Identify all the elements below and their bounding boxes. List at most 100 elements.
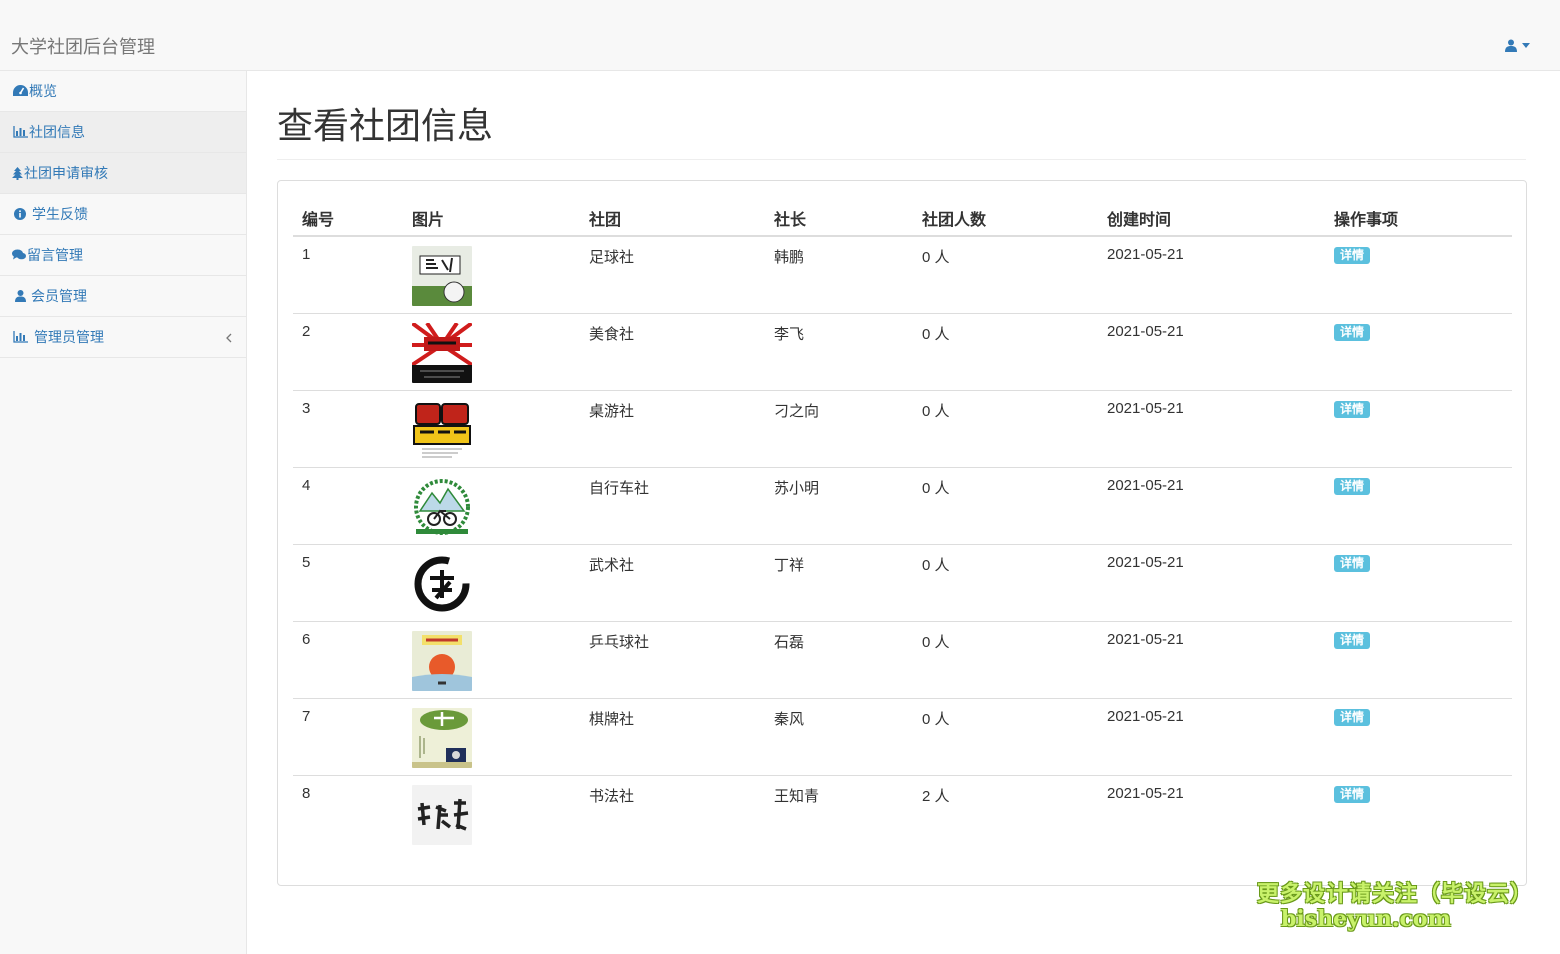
caret-down-icon <box>1522 42 1530 48</box>
cell-image <box>403 236 580 313</box>
cell-created: 2021-05-21 <box>1098 389 1325 467</box>
details-button[interactable]: 详情 <box>1334 708 1371 726</box>
cell-image <box>403 697 580 775</box>
header-image[interactable]: 图片 <box>403 200 580 237</box>
details-button[interactable]: 详情 <box>1334 631 1371 649</box>
cell-actions: 详情 <box>1325 389 1512 467</box>
cell-created: 2021-05-21 <box>1098 543 1325 621</box>
chevron-left-icon[interactable] <box>226 330 232 346</box>
cell-created: 2021-05-21 <box>1107 246 1184 263</box>
board-game-club-logo <box>412 399 472 460</box>
sidebar-item-label: 学生反馈 <box>32 206 88 222</box>
bar-chart-icon <box>12 125 28 139</box>
cell-created: 2021-05-21 <box>1098 697 1325 775</box>
sidebar-item-club-application-review[interactable]: 社团申请审核 <box>0 153 246 194</box>
cell-created: 2021-05-21 <box>1098 312 1325 390</box>
user-icon <box>12 289 28 303</box>
bar-chart-icon <box>12 330 28 344</box>
table-row: 4 自行车社 苏小明 0 人 2021-05-21 详情 <box>293 466 1512 544</box>
cell-id: 2 <box>293 312 403 390</box>
table-header-row: 编号 图片 社团 社长 社团人数 创建时间 操作事项 <box>293 200 1512 237</box>
sidebar-item-label: 概览 <box>29 83 57 99</box>
cell-leader: 丁祥 <box>765 543 913 621</box>
user-menu-toggle[interactable] <box>1505 36 1530 54</box>
cell-actions: 详情 <box>1325 543 1512 621</box>
details-button[interactable]: 详情 <box>1334 554 1371 572</box>
cell-id: 8 <box>293 774 403 852</box>
sidebar-item-student-feedback[interactable]: 学生反馈 <box>0 194 246 235</box>
user-icon <box>1505 39 1517 52</box>
sidebar: 概览 社团信息 社团申请审核 学生反馈 留言管理 会员管理 管理员管理 <box>0 71 247 954</box>
sidebar-item-member-management[interactable]: 会员管理 <box>0 276 246 317</box>
cell-members: 0 人 <box>913 697 1098 775</box>
calligraphy-club-logo <box>412 784 472 845</box>
sidebar-item-admin-management[interactable]: 管理员管理 <box>0 317 246 358</box>
cell-leader: 韩鹏 <box>774 249 805 266</box>
cell-created: 2021-05-21 <box>1098 466 1325 544</box>
football-club-logo <box>412 246 472 306</box>
table-row: 3 桌游社 刁之向 0 人 2021-05-21 详情 <box>293 389 1512 467</box>
cell-id: 3 <box>293 389 403 467</box>
top-navbar: 大学社团后台管理 <box>0 0 1560 71</box>
details-button[interactable]: 详情 <box>1334 400 1371 418</box>
cell-leader: 苏小明 <box>765 466 913 544</box>
header-actions[interactable]: 操作事项 <box>1325 200 1512 237</box>
cell-members: 0 人 <box>913 466 1098 544</box>
sidebar-item-overview[interactable]: 概览 <box>0 71 246 112</box>
brand-title[interactable]: 大学社团后台管理 <box>11 33 155 59</box>
table-row: 7 棋牌社 秦风 0 人 2021-05-21 详情 <box>293 697 1512 775</box>
table-row: 8 书法社 王知青 2 人 2021-05-21 详情 <box>293 774 1512 852</box>
header-leader[interactable]: 社长 <box>765 200 913 237</box>
sidebar-item-label: 会员管理 <box>31 288 87 304</box>
comments-icon <box>12 248 26 262</box>
sidebar-item-label: 社团申请审核 <box>24 165 108 181</box>
header-club[interactable]: 社团 <box>580 200 765 237</box>
cell-image <box>403 543 580 621</box>
table-row: 5 武术社 丁祥 0 人 2021-05-21 详情 <box>293 543 1512 621</box>
cell-leader: 秦风 <box>765 697 913 775</box>
header-members[interactable]: 社团人数 <box>913 200 1098 237</box>
chess-club-logo <box>412 707 472 768</box>
main-content: 查看社团信息 编号 图片 社团 社长 社团人数 创建时间 操作事项 1 足球社 … <box>247 71 1560 954</box>
cell-members: 0 人 <box>913 620 1098 698</box>
cell-id: 4 <box>293 466 403 544</box>
page-title: 查看社团信息 <box>277 105 494 146</box>
cell-id: 5 <box>293 543 403 621</box>
cell-club: 书法社 <box>580 774 765 852</box>
cell-actions: 详情 <box>1325 236 1512 313</box>
cell-actions: 详情 <box>1325 312 1512 390</box>
cell-members: 0 人 <box>913 312 1098 390</box>
cell-image <box>403 312 580 390</box>
sidebar-item-label: 管理员管理 <box>34 329 104 345</box>
cell-members: 0 人 <box>922 249 950 266</box>
details-button[interactable]: 详情 <box>1334 785 1371 803</box>
cell-leader: 石磊 <box>765 620 913 698</box>
cell-created: 2021-05-21 <box>1098 620 1325 698</box>
watermark: 更多设计请关注（毕设云） bisheyun.com <box>1257 876 1533 932</box>
cell-image <box>403 620 580 698</box>
header-id[interactable]: 编号 <box>293 200 403 237</box>
cell-image <box>403 466 580 544</box>
table-row: 1 足球社 韩鹏 0 人 2021-05-21 详情 <box>293 236 1512 313</box>
details-button[interactable]: 详情 <box>1334 477 1371 495</box>
details-button[interactable]: 详情 <box>1334 323 1371 341</box>
cell-members: 0 人 <box>913 389 1098 467</box>
cell-created: 2021-05-21 <box>1098 774 1325 852</box>
sidebar-item-message-management[interactable]: 留言管理 <box>0 235 246 276</box>
cell-members: 2 人 <box>913 774 1098 852</box>
header-created[interactable]: 创建时间 <box>1098 200 1325 237</box>
table-row: 2 美食社 李飞 0 人 2021-05-21 详情 <box>293 312 1512 390</box>
sidebar-item-club-info[interactable]: 社团信息 <box>0 112 246 153</box>
martial-arts-club-logo <box>412 553 472 614</box>
cell-image <box>403 774 580 852</box>
watermark-line2: bisheyun.com <box>1280 906 1451 932</box>
cell-club: 棋牌社 <box>580 697 765 775</box>
cell-id: 1 <box>302 246 311 263</box>
details-button[interactable]: 详情 <box>1334 247 1371 264</box>
cell-leader: 刁之向 <box>765 389 913 467</box>
cell-id: 6 <box>293 620 403 698</box>
cell-image <box>403 389 580 467</box>
club-table: 编号 图片 社团 社长 社团人数 创建时间 操作事项 1 足球社 韩鹏 0 人 … <box>293 200 1512 852</box>
dashboard-icon <box>12 84 28 98</box>
table-tennis-club-logo <box>412 630 472 691</box>
